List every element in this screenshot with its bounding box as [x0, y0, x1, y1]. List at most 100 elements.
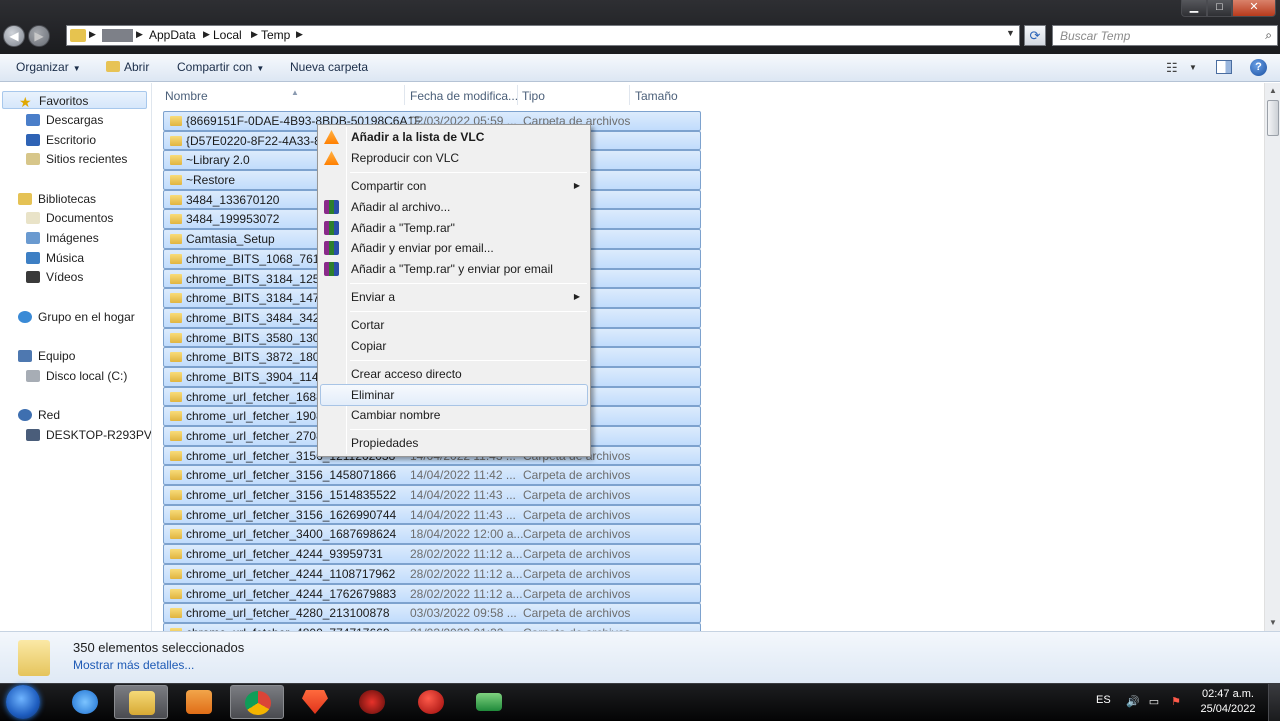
vertical-scrollbar[interactable]: ▲ ▼	[1264, 83, 1280, 631]
menu-item-copy[interactable]: Copiar	[320, 336, 588, 356]
table-row[interactable]: chrome_url_fetcher_3400_1687698624 18/04/…	[163, 524, 701, 545]
menu-item-delete[interactable]: Eliminar	[320, 384, 588, 406]
table-row[interactable]: chrome_url_fetcher_4244_1108717962 28/02/…	[163, 563, 701, 584]
menu-item-rename[interactable]: Cambiar nombre	[320, 405, 588, 425]
show-desktop-button[interactable]	[1268, 684, 1280, 721]
column-header-type[interactable]: Tipo	[522, 87, 545, 105]
close-button[interactable]: ✕	[1232, 0, 1276, 17]
column-divider[interactable]	[404, 85, 405, 105]
menu-item-send-to[interactable]: Enviar a ▶	[320, 287, 588, 307]
chevron-down-icon[interactable]: ▼	[1189, 63, 1197, 72]
start-button[interactable]	[6, 685, 40, 719]
help-icon[interactable]: ?	[1250, 59, 1267, 76]
clock-date[interactable]: 25/04/2022	[1198, 703, 1258, 715]
nav-downloads[interactable]: Descargas	[26, 111, 103, 129]
taskbar-internet-explorer[interactable]	[58, 685, 112, 719]
recent-places-icon	[26, 153, 40, 165]
table-row[interactable]: chrome_url_fetcher_4244_93959731 28/02/20…	[163, 544, 701, 564]
language-indicator[interactable]: ES	[1096, 694, 1111, 706]
menu-item-add-temp-rar-email[interactable]: Añadir a "Temp.rar" y enviar por email	[320, 259, 588, 279]
preview-pane-icon[interactable]	[1216, 60, 1232, 74]
nav-favorites[interactable]: ★ Favoritos	[2, 91, 147, 110]
refresh-button[interactable]: ⟳	[1024, 25, 1046, 46]
file-date: 28/02/2022 11:12 a...	[410, 566, 523, 581]
nav-homegroup[interactable]: Grupo en el hogar	[18, 308, 135, 326]
folder-icon	[170, 588, 182, 599]
nav-recent[interactable]: Sitios recientes	[26, 150, 127, 168]
menu-item-cut[interactable]: Cortar	[320, 315, 588, 335]
search-input[interactable]: Buscar Temp ⌕	[1052, 25, 1278, 46]
menu-item-add-email[interactable]: Añadir y enviar por email...	[320, 238, 588, 258]
breadcrumb-separator-icon[interactable]: ▶	[203, 29, 210, 40]
menu-item-share[interactable]: Compartir con ▶	[320, 176, 588, 196]
back-button[interactable]: ◀	[3, 25, 25, 47]
menu-item-label: Cambiar nombre	[351, 408, 441, 422]
nav-desktop[interactable]: Escritorio	[26, 131, 96, 149]
taskbar-red-app[interactable]	[345, 685, 399, 719]
breadcrumb-separator-icon[interactable]: ▶	[251, 29, 258, 40]
table-row[interactable]: chrome_url_fetcher_4244_1762679883 28/02/…	[163, 583, 701, 604]
view-options-icon[interactable]: ☷	[1166, 60, 1178, 76]
table-row[interactable]: chrome_url_fetcher_4800_77471766021/03/2…	[163, 622, 701, 631]
table-row[interactable]: chrome_url_fetcher_3156_1514835522 14/04/…	[163, 485, 701, 505]
nav-libraries[interactable]: Bibliotecas	[18, 190, 96, 208]
nav-computer[interactable]: Equipo	[18, 347, 75, 365]
clock-time[interactable]: 02:47 a.m.	[1202, 688, 1254, 700]
taskbar-file-explorer[interactable]	[114, 685, 168, 719]
scroll-up-icon[interactable]: ▲	[1265, 83, 1280, 99]
taskbar-media-player[interactable]	[172, 685, 226, 719]
breadcrumb-separator-icon[interactable]: ▶	[89, 29, 96, 40]
address-dropdown-icon[interactable]: ▼	[1006, 28, 1015, 38]
taskbar-brave[interactable]	[288, 685, 342, 719]
column-header-name[interactable]: ▲ Nombre	[165, 87, 403, 105]
file-name: chrome_url_fetcher_4244_93959731	[186, 547, 383, 562]
minimize-button[interactable]: ▁	[1181, 0, 1207, 17]
column-header-date[interactable]: Fecha de modifica...	[410, 87, 518, 105]
scroll-down-icon[interactable]: ▼	[1265, 615, 1280, 631]
maximize-button[interactable]: □	[1207, 0, 1232, 17]
nav-music[interactable]: Música	[26, 249, 84, 267]
table-row[interactable]: chrome_url_fetcher_3156_1626990744 14/04/…	[163, 504, 701, 525]
nav-network[interactable]: Red	[18, 406, 60, 424]
menu-item-create-shortcut[interactable]: Crear acceso directo	[320, 364, 588, 384]
address-bar[interactable]: ▶ ▶ AppData ▶ Local ▶ Temp ▶	[66, 25, 1020, 46]
table-row[interactable]: chrome_url_fetcher_4280_213100878 03/03/2…	[163, 603, 701, 623]
show-more-details-link[interactable]: Mostrar más detalles...	[73, 658, 194, 672]
menu-item-vlc-add[interactable]: Añadir a la lista de VLC	[320, 127, 588, 147]
nav-videos[interactable]: Vídeos	[26, 268, 83, 286]
menu-item-vlc-play[interactable]: Reproducir con VLC	[320, 148, 588, 168]
organize-button[interactable]: Organizar ▼	[16, 60, 81, 74]
open-button[interactable]: Abrir	[106, 60, 149, 74]
forward-button[interactable]: ▶	[28, 25, 50, 47]
column-divider[interactable]	[517, 85, 518, 105]
new-folder-button[interactable]: Nueva carpeta	[290, 60, 368, 74]
file-type: Carpeta de archivos	[523, 547, 631, 562]
table-row[interactable]: chrome_url_fetcher_3156_1458071866 14/04/…	[163, 465, 701, 486]
nav-documents[interactable]: Documentos	[26, 209, 113, 227]
network-tray-icon[interactable]: ▭	[1148, 696, 1160, 708]
breadcrumb-temp[interactable]: Temp	[261, 28, 290, 42]
taskbar-red-orb-app[interactable]	[404, 685, 458, 719]
share-label: Compartir con	[177, 60, 253, 74]
taskbar-chrome[interactable]	[230, 685, 284, 719]
column-divider[interactable]	[629, 85, 630, 105]
breadcrumb-appdata[interactable]: AppData	[149, 28, 196, 42]
breadcrumb-separator-icon[interactable]: ▶	[136, 29, 143, 40]
share-with-button[interactable]: Compartir con ▼	[177, 60, 264, 74]
action-center-icon[interactable]: ⚑	[1170, 696, 1182, 708]
search-icon[interactable]: ⌕	[1265, 28, 1272, 43]
menu-item-add-temp-rar[interactable]: Añadir a "Temp.rar"	[320, 218, 588, 238]
column-header-size[interactable]: Tamaño	[635, 87, 678, 105]
nav-local-disk[interactable]: Disco local (C:)	[26, 367, 127, 385]
scroll-thumb[interactable]	[1267, 100, 1279, 136]
submenu-arrow-icon: ▶	[573, 181, 580, 190]
nav-images[interactable]: Imágenes	[26, 229, 99, 247]
breadcrumb-local[interactable]: Local	[213, 28, 242, 42]
breadcrumb-separator-icon[interactable]: ▶	[296, 29, 303, 40]
taskbar-green-app[interactable]	[462, 685, 516, 719]
internet-explorer-icon	[72, 690, 98, 714]
menu-item-properties[interactable]: Propiedades	[320, 433, 588, 453]
nav-pc[interactable]: DESKTOP-R293PV1	[26, 426, 159, 444]
menu-item-add-archive[interactable]: Añadir al archivo...	[320, 197, 588, 217]
volume-icon[interactable]: 🔊	[1126, 696, 1140, 708]
